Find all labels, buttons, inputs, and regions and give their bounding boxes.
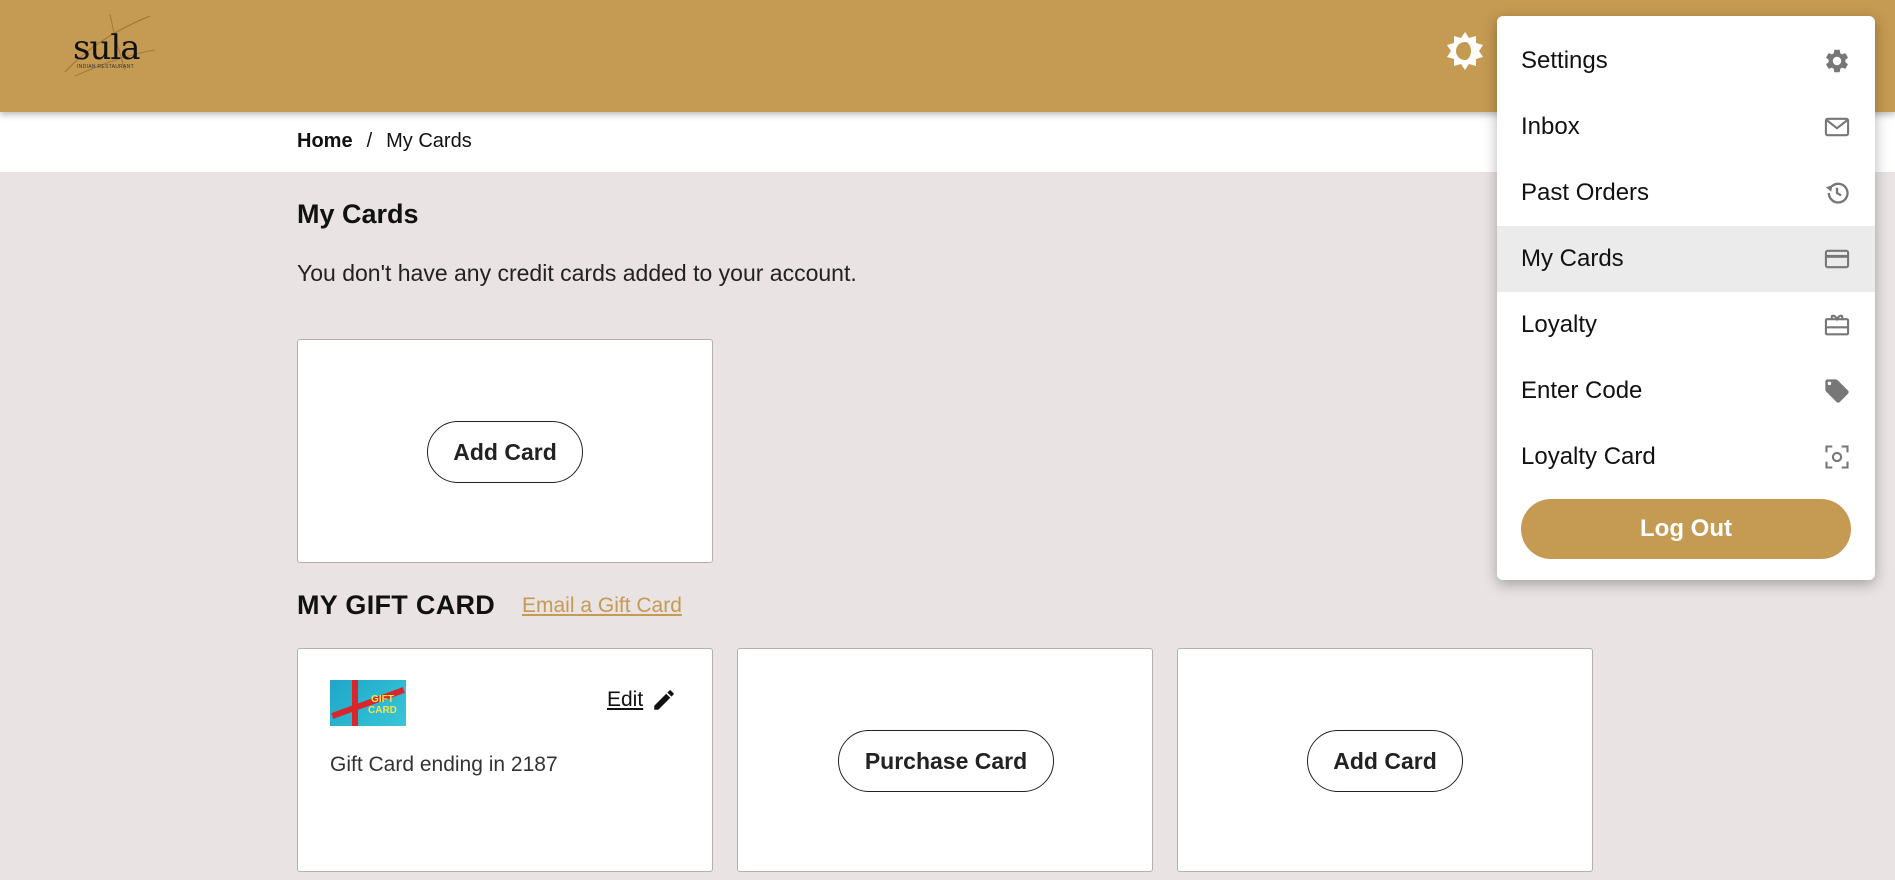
gift-card-heading: MY GIFT CARD: [297, 590, 496, 620]
logout-button[interactable]: Log Out: [1521, 499, 1851, 559]
gear-icon: [1826, 49, 1848, 73]
menu-item-label: Loyalty Card: [1521, 443, 1656, 470]
breadcrumb-separator: /: [366, 130, 373, 152]
menu-item-loyalty-card[interactable]: Loyalty Card: [1497, 424, 1875, 490]
history-icon: [1825, 182, 1849, 204]
brightness-icon: [1447, 32, 1483, 70]
logo-text: sula: [73, 28, 140, 68]
gift-card-description: Gift Card ending in 2187: [330, 753, 558, 776]
logo-subtext: INDIAN RESTAURANT: [77, 64, 134, 70]
add-gift-card-panel: Add Card: [1177, 648, 1593, 872]
purchase-card-panel: Purchase Card: [737, 648, 1153, 872]
mail-icon: [1824, 117, 1850, 137]
menu-item-settings[interactable]: Settings: [1497, 28, 1875, 94]
menu-item-label: My Cards: [1521, 245, 1624, 272]
edit-gift-card-link[interactable]: Edit: [607, 687, 677, 713]
pencil-icon: [654, 690, 674, 710]
menu-item-inbox[interactable]: Inbox: [1497, 94, 1875, 160]
gift-thumb-text-1: GIFT: [371, 694, 394, 705]
menu-item-enter-code[interactable]: Enter Code: [1497, 358, 1875, 424]
page-title: My Cards: [297, 199, 419, 229]
menu-item-my-cards[interactable]: My Cards: [1497, 226, 1875, 292]
menu-item-label: Past Orders: [1521, 179, 1650, 206]
scan-icon: [1825, 445, 1849, 469]
menu-item-label: Inbox: [1521, 113, 1580, 140]
account-dropdown-menu: Settings Inbox Past Orders My Cards Loya…: [1497, 16, 1875, 580]
breadcrumb-current: My Cards: [386, 130, 472, 152]
edit-label: Edit: [607, 688, 644, 711]
gift-card-panel: GIFT CARD Edit Gift Card ending in 2187: [297, 648, 713, 872]
gift-box-icon: [1824, 314, 1850, 336]
email-gift-card-link[interactable]: Email a Gift Card: [522, 594, 682, 618]
menu-item-label: Loyalty: [1521, 311, 1598, 338]
add-gift-card-button[interactable]: Add Card: [1307, 730, 1463, 792]
breadcrumb-home-link[interactable]: Home: [297, 130, 353, 153]
gift-card-thumbnail: GIFT CARD: [330, 680, 406, 726]
purchase-card-button[interactable]: Purchase Card: [838, 730, 1054, 792]
breadcrumb: Home / My Cards: [297, 130, 472, 153]
menu-item-past-orders[interactable]: Past Orders: [1497, 160, 1875, 226]
empty-cards-message: You don't have any credit cards added to…: [297, 260, 857, 286]
menu-item-label: Enter Code: [1521, 377, 1643, 404]
credit-card-icon: [1824, 249, 1850, 269]
add-credit-card-button[interactable]: Add Card: [427, 421, 583, 483]
menu-item-label: Settings: [1521, 47, 1608, 74]
add-credit-card-panel: Add Card: [297, 339, 713, 563]
sula-logo[interactable]: sula INDIAN RESTAURANT: [55, 10, 160, 82]
tag-icon: [1825, 379, 1849, 403]
theme-toggle-button[interactable]: [1444, 30, 1486, 72]
menu-item-loyalty[interactable]: Loyalty: [1497, 292, 1875, 358]
gift-thumb-text-2: CARD: [368, 705, 397, 716]
